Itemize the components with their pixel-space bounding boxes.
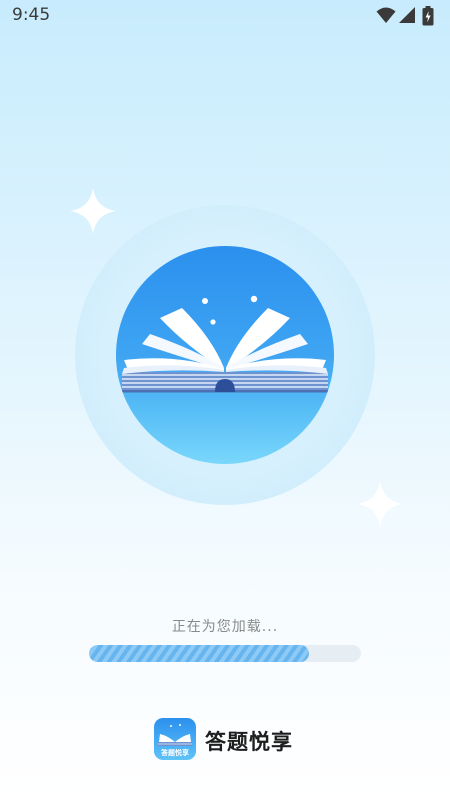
status-bar: 9:45 <box>0 0 450 32</box>
loading-text: 正在为您加载... <box>171 619 279 635</box>
cellular-signal-icon <box>399 7 415 23</box>
battery-charging-icon <box>422 6 434 26</box>
app-name: 答题悦享 <box>205 730 293 754</box>
status-time: 9:45 <box>12 5 51 25</box>
hero-disc <box>116 246 334 464</box>
brand-footer: 答题悦享 答题悦享 <box>0 718 450 762</box>
progress-bar <box>89 645 361 662</box>
hero-illustration <box>75 205 375 505</box>
app-logo-icon: 答题悦享 <box>154 718 196 760</box>
progress-fill <box>89 645 310 662</box>
wifi-icon <box>376 7 396 23</box>
status-icons <box>376 6 440 26</box>
app-icon-label: 答题悦享 <box>161 749 189 757</box>
open-book-icon <box>122 295 328 393</box>
